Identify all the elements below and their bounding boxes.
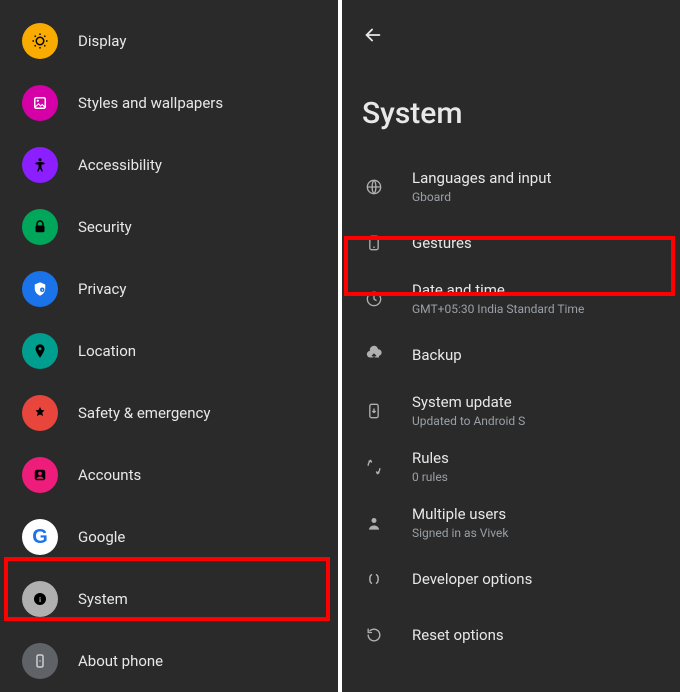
settings-item-about[interactable]: About phone (0, 630, 338, 692)
google-icon: G (22, 519, 58, 555)
back-button[interactable] (362, 31, 384, 50)
item-label: Backup (412, 346, 462, 365)
accessibility-icon (22, 147, 58, 183)
gesture-icon (362, 233, 386, 253)
item-label: Gestures (412, 234, 472, 253)
item-sub: Gboard (412, 190, 551, 205)
settings-item-location[interactable]: Location (0, 320, 338, 382)
item-sub: 0 rules (412, 470, 449, 485)
security-icon (22, 209, 58, 245)
item-label: System update (412, 393, 525, 412)
backup-icon (362, 345, 386, 365)
settings-item-privacy[interactable]: Privacy (0, 258, 338, 320)
settings-item-display[interactable]: Display (0, 10, 338, 72)
system-item-rules[interactable]: Rules 0 rules (342, 439, 680, 495)
page-title: System (342, 50, 680, 159)
settings-item-system[interactable]: i System (0, 568, 338, 630)
language-icon (362, 177, 386, 197)
system-item-gestures[interactable]: Gestures (342, 215, 680, 271)
update-icon (362, 401, 386, 421)
system-item-datetime[interactable]: Date and time GMT+05:30 India Standard T… (342, 271, 680, 327)
settings-item-label: Google (78, 528, 125, 546)
settings-item-safety[interactable]: Safety & emergency (0, 382, 338, 444)
rules-icon (362, 457, 386, 477)
settings-item-label: Accessibility (78, 156, 162, 174)
dev-icon (362, 569, 386, 589)
system-settings-pane: System Languages and input Gboard Gestur… (342, 0, 680, 692)
settings-item-google[interactable]: G Google (0, 506, 338, 568)
svg-text:i: i (39, 595, 41, 604)
settings-item-accessibility[interactable]: Accessibility (0, 134, 338, 196)
settings-item-accounts[interactable]: Accounts (0, 444, 338, 506)
settings-item-label: Security (78, 218, 132, 236)
about-icon (22, 643, 58, 679)
accounts-icon (22, 457, 58, 493)
settings-main-list: Display Styles and wallpapers Accessibil… (0, 0, 338, 692)
system-item-backup[interactable]: Backup (342, 327, 680, 383)
system-item-users[interactable]: Multiple users Signed in as Vivek (342, 495, 680, 551)
system-item-reset[interactable]: Reset options (342, 607, 680, 663)
settings-item-label: About phone (78, 652, 163, 670)
settings-item-styles[interactable]: Styles and wallpapers (0, 72, 338, 134)
location-icon (22, 333, 58, 369)
settings-item-label: Safety & emergency (78, 404, 210, 422)
item-label: Reset options (412, 626, 504, 645)
settings-item-label: Styles and wallpapers (78, 94, 223, 112)
settings-item-security[interactable]: Security (0, 196, 338, 258)
settings-item-label: System (78, 590, 128, 608)
reset-icon (362, 625, 386, 645)
settings-item-label: Location (78, 342, 136, 360)
system-item-update[interactable]: System update Updated to Android S (342, 383, 680, 439)
item-sub: GMT+05:30 India Standard Time (412, 302, 584, 317)
system-item-developer[interactable]: Developer options (342, 551, 680, 607)
settings-item-label: Accounts (78, 466, 141, 484)
settings-item-label: Privacy (78, 280, 126, 298)
item-label: Date and time (412, 281, 584, 300)
item-sub: Signed in as Vivek (412, 526, 508, 541)
item-label: Rules (412, 449, 449, 468)
safety-icon (22, 395, 58, 431)
clock-icon (362, 289, 386, 309)
settings-item-label: Display (78, 32, 126, 50)
display-icon (22, 23, 58, 59)
item-label: Multiple users (412, 505, 508, 524)
item-sub: Updated to Android S (412, 414, 525, 429)
system-icon: i (22, 581, 58, 617)
privacy-icon (22, 271, 58, 307)
wallpaper-icon (22, 85, 58, 121)
system-item-languages[interactable]: Languages and input Gboard (342, 159, 680, 215)
user-icon (362, 513, 386, 533)
item-label: Languages and input (412, 169, 551, 188)
item-label: Developer options (412, 570, 532, 589)
